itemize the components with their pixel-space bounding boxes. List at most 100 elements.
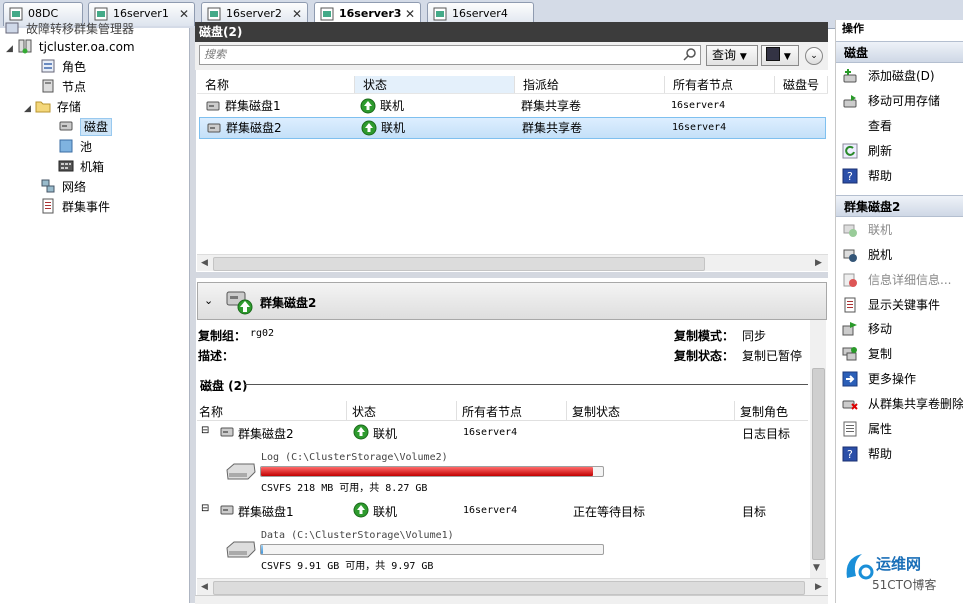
- add-disk-icon: [843, 69, 857, 83]
- cluster-manager-icon: [5, 22, 19, 34]
- vertical-scrollbar[interactable]: ▼: [810, 320, 826, 578]
- tree-nodes[interactable]: 节点: [40, 77, 86, 97]
- chevron-down-icon[interactable]: ◢: [6, 44, 13, 54]
- cluster-icon: [18, 39, 32, 54]
- enclosure-icon: [58, 160, 74, 172]
- detail-column-rep-state[interactable]: 复制状态: [572, 403, 620, 420]
- online-icon: [360, 98, 376, 114]
- action-move-available-storage[interactable]: 移动可用存储: [842, 90, 963, 112]
- actions-section-cluster-disk[interactable]: 群集磁盘2: [836, 195, 963, 217]
- action-help[interactable]: ? 帮助: [842, 165, 963, 187]
- action-refresh[interactable]: 刷新: [842, 140, 963, 162]
- table-row[interactable]: 群集磁盘1 联机 群集共享卷 16server4: [199, 95, 826, 117]
- detail-column-status[interactable]: 状态: [352, 403, 376, 420]
- table-row-selected[interactable]: 群集磁盘2 联机 群集共享卷 16server4: [199, 117, 826, 139]
- properties-icon: [843, 421, 857, 437]
- query-button[interactable]: 查询 ▼: [706, 45, 758, 66]
- svg-text:?: ?: [847, 170, 853, 183]
- disks-pane-title: 磁盘(2): [195, 22, 828, 42]
- actions-section-disks[interactable]: 磁盘: [836, 41, 963, 63]
- action-remove-from-csv[interactable]: 从群集共享卷删除: [842, 393, 963, 415]
- tree-events[interactable]: 群集事件: [40, 197, 110, 217]
- disk-icon: [220, 505, 234, 515]
- pane-splitter[interactable]: [189, 28, 196, 603]
- detail-column-name[interactable]: 名称: [199, 403, 223, 420]
- column-header-name[interactable]: 名称: [197, 76, 355, 94]
- tree-pools[interactable]: 池: [58, 137, 92, 157]
- remove-icon: [842, 400, 858, 410]
- search-icon[interactable]: [683, 47, 697, 64]
- tree-enclosures[interactable]: 机箱: [58, 157, 104, 177]
- folder-icon: [35, 101, 51, 113]
- server-manager-icon: [207, 7, 221, 21]
- refresh-icon: [842, 143, 858, 159]
- help-icon: ?: [842, 446, 858, 462]
- scroll-left-icon[interactable]: ◀: [201, 579, 208, 595]
- close-icon[interactable]: ✕: [179, 3, 189, 25]
- tree-cluster[interactable]: ◢ tjcluster.oa.com: [6, 37, 135, 57]
- cluster-disk-icon: [226, 291, 253, 315]
- pane-splitter-horizontal[interactable]: [195, 272, 828, 278]
- scroll-thumb[interactable]: [812, 368, 825, 560]
- collapse-toggle-icon[interactable]: ⊟: [201, 425, 209, 436]
- tree-networks[interactable]: 网络: [40, 177, 86, 197]
- scroll-left-icon[interactable]: ◀: [201, 255, 208, 271]
- column-header-disk-number[interactable]: 磁盘号: [775, 76, 828, 94]
- chevron-down-icon: ▼: [739, 52, 747, 62]
- tree-root[interactable]: 故障转移群集管理器: [4, 19, 134, 39]
- scroll-right-icon[interactable]: ▶: [815, 255, 822, 271]
- scroll-right-icon[interactable]: ▶: [815, 579, 822, 595]
- detail-column-rep-role[interactable]: 复制角色: [740, 403, 788, 420]
- column-header-owner[interactable]: 所有者节点: [665, 76, 775, 94]
- volume-icon: [226, 463, 256, 480]
- navigation-tree: 故障转移群集管理器 ◢ tjcluster.oa.com 角色 节点 ◢ 存储 磁盘…: [0, 22, 189, 603]
- action-online[interactable]: 联机: [842, 219, 963, 241]
- action-view[interactable]: 查看: [842, 115, 963, 137]
- action-help[interactable]: ? 帮助: [842, 443, 963, 465]
- tree-roles[interactable]: 角色: [40, 57, 86, 77]
- info-icon: [843, 273, 857, 287]
- usage-bar-data: [260, 544, 604, 555]
- scroll-down-icon[interactable]: ▼: [813, 560, 820, 576]
- arrow-right-icon: [842, 371, 858, 387]
- chevron-down-icon[interactable]: ⌄: [204, 294, 213, 307]
- action-properties[interactable]: 属性: [842, 418, 963, 440]
- roles-icon: [41, 59, 55, 73]
- disk-icon: [59, 121, 73, 131]
- network-icon: [41, 179, 55, 193]
- usage-bar-log: [260, 466, 604, 477]
- disk-icon: [206, 101, 220, 111]
- save-icon: [766, 47, 780, 61]
- server-manager-icon: [320, 7, 334, 21]
- tree-storage[interactable]: ◢ 存储: [24, 97, 81, 117]
- horizontal-scrollbar[interactable]: ◀ ▶: [197, 254, 828, 271]
- volume-icon: [226, 541, 256, 558]
- tree-disks[interactable]: 磁盘: [58, 117, 113, 137]
- collapse-toggle-icon[interactable]: ⊟: [201, 503, 209, 514]
- detail-column-owner[interactable]: 所有者节点: [462, 403, 522, 420]
- server-manager-icon: [433, 7, 447, 21]
- action-info-details[interactable]: 信息详细信息...: [842, 269, 963, 291]
- online-icon: [353, 502, 369, 518]
- chevron-down-icon[interactable]: ◢: [24, 104, 31, 114]
- actions-header: 操作: [842, 22, 864, 35]
- action-replicate[interactable]: 复制: [842, 343, 963, 365]
- nodes-icon: [42, 79, 54, 93]
- pool-icon: [59, 139, 73, 153]
- collapse-icon[interactable]: ⌄: [805, 47, 823, 65]
- detail-header: ⌄ 群集磁盘2: [197, 282, 827, 320]
- online-icon: [361, 120, 377, 136]
- action-offline[interactable]: 脱机: [842, 244, 963, 266]
- scroll-thumb[interactable]: [213, 581, 805, 595]
- save-query-button[interactable]: ▼: [761, 45, 799, 66]
- action-more-actions[interactable]: 更多操作: [842, 368, 963, 390]
- action-show-critical-events[interactable]: 显示关键事件: [842, 294, 963, 316]
- search-input[interactable]: 搜索: [199, 45, 701, 65]
- column-header-assigned[interactable]: 指派给: [515, 76, 665, 94]
- scroll-thumb[interactable]: [213, 257, 705, 271]
- horizontal-scrollbar[interactable]: ◀ ▶: [197, 578, 828, 595]
- column-header-status[interactable]: 状态: [355, 76, 515, 94]
- action-move[interactable]: 移动: [842, 318, 963, 340]
- svg-text:?: ?: [847, 448, 853, 461]
- action-add-disk[interactable]: 添加磁盘(D): [842, 65, 963, 87]
